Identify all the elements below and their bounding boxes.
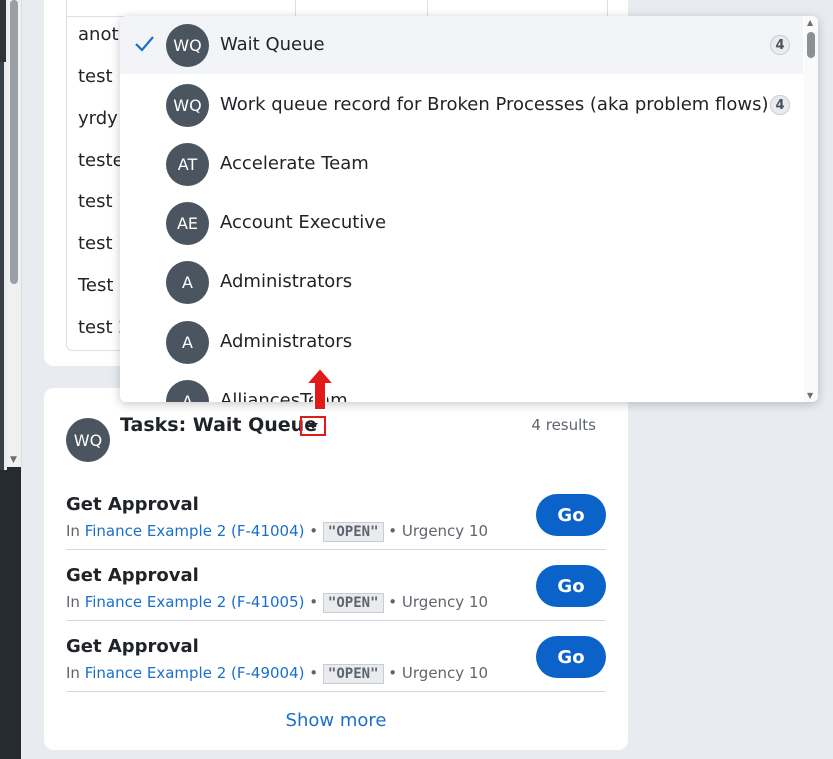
meta-separator: • [388,664,398,682]
option-count-badge: 4 [770,95,790,115]
task-title: Get Approval [66,636,199,657]
table-cell[interactable]: test [78,191,113,212]
option-avatar: AT [166,143,209,186]
status-badge: "OPEN" [322,664,384,684]
check-icon [135,36,154,52]
rail-edge [0,0,4,470]
option-avatar: WQ [166,24,209,67]
meta-separator: • [309,522,319,540]
option-avatar: WQ [166,84,209,127]
option-label: Account Executive [220,212,387,233]
urgency-label: Urgency 10 [401,522,489,540]
page-scrollbar-thumb[interactable] [10,0,18,284]
task-title: Get Approval [66,565,199,586]
status-badge: "OPEN" [322,522,384,542]
option-label: Administrators [220,271,353,292]
meta-separator: • [309,593,319,611]
row-divider [66,549,606,550]
urgency-label: Urgency 10 [401,664,489,682]
option-avatar: A [166,261,209,304]
scroll-down-arrow-icon[interactable]: ▼ [807,391,813,400]
queue-option[interactable]: A Administrators [120,313,803,371]
option-count-badge: 4 [770,35,790,55]
meta-separator: • [388,522,398,540]
option-avatar: A [166,321,209,364]
go-button[interactable]: Go [536,636,606,678]
case-link[interactable]: Finance Example 2 (F-41005) [85,593,305,611]
table-cell[interactable]: test [78,66,113,87]
option-label: Administrators [220,331,353,352]
queue-selector-button[interactable] [300,416,326,436]
option-label: Wait Queue [220,34,325,55]
task-in-label: In [66,664,80,682]
table-cell[interactable]: yrdy [78,108,118,129]
table-cell[interactable]: test [78,233,113,254]
queue-avatar: WQ [66,418,110,462]
task-meta: In Finance Example 2 (F-41005) • "OPEN" … [66,593,488,613]
option-avatar: AE [166,202,209,245]
queue-option[interactable]: AT Accelerate Team [120,135,803,193]
go-button[interactable]: Go [536,565,606,607]
queue-dropdown-menu: WQ Wait Queue 4 WQ Work queue record for… [120,16,818,402]
task-in-label: In [66,593,80,611]
option-label: Work queue record for Broken Processes (… [220,94,769,115]
table-cell[interactable]: Test [78,275,113,296]
show-more-link[interactable]: Show more [44,710,628,731]
tasks-title: Tasks: Wait Queue [120,414,318,436]
urgency-label: Urgency 10 [401,593,489,611]
go-button[interactable]: Go [536,494,606,536]
queue-option[interactable]: A AlliancesTeam [120,372,803,402]
queue-option[interactable]: A Administrators [120,253,803,311]
task-title: Get Approval [66,494,199,515]
option-avatar: A [166,380,209,402]
tasks-card: WQ Tasks: Wait Queue 4 results Get Appro… [44,388,628,750]
task-row: Get Approval In Finance Example 2 (F-410… [66,480,606,550]
table-column-divider [427,0,428,16]
scroll-down-arrow-icon[interactable]: ▼ [10,455,17,465]
row-divider [66,691,606,692]
task-row: Get Approval In Finance Example 2 (F-410… [66,551,606,621]
table-cell[interactable]: teste [78,150,124,171]
queue-option[interactable]: WQ Wait Queue 4 [120,16,803,74]
caret-down-icon [308,423,318,429]
task-row: Get Approval In Finance Example 2 (F-490… [66,622,606,692]
scroll-up-arrow-icon[interactable]: ▲ [807,18,813,27]
task-meta: In Finance Example 2 (F-49004) • "OPEN" … [66,664,488,684]
queue-option[interactable]: WQ Work queue record for Broken Processe… [120,76,803,134]
status-badge: "OPEN" [322,593,384,613]
meta-separator: • [309,664,319,682]
annotation-arrow-icon [303,366,337,411]
dropdown-scrollbar-thumb[interactable] [807,32,815,58]
results-count: 4 results [531,416,596,434]
option-label: Accelerate Team [220,153,369,174]
rail-active-marker [0,0,6,62]
queue-option[interactable]: AE Account Executive [120,194,803,252]
meta-separator: • [388,593,398,611]
page-scrollbar[interactable]: ▼ [7,0,22,467]
table-column-divider [295,0,296,16]
case-link[interactable]: Finance Example 2 (F-41004) [85,522,305,540]
dropdown-scrollbar[interactable]: ▲ ▼ [804,16,818,402]
task-meta: In Finance Example 2 (F-41004) • "OPEN" … [66,522,488,542]
case-link[interactable]: Finance Example 2 (F-49004) [85,664,305,682]
row-divider [66,620,606,621]
task-in-label: In [66,522,80,540]
